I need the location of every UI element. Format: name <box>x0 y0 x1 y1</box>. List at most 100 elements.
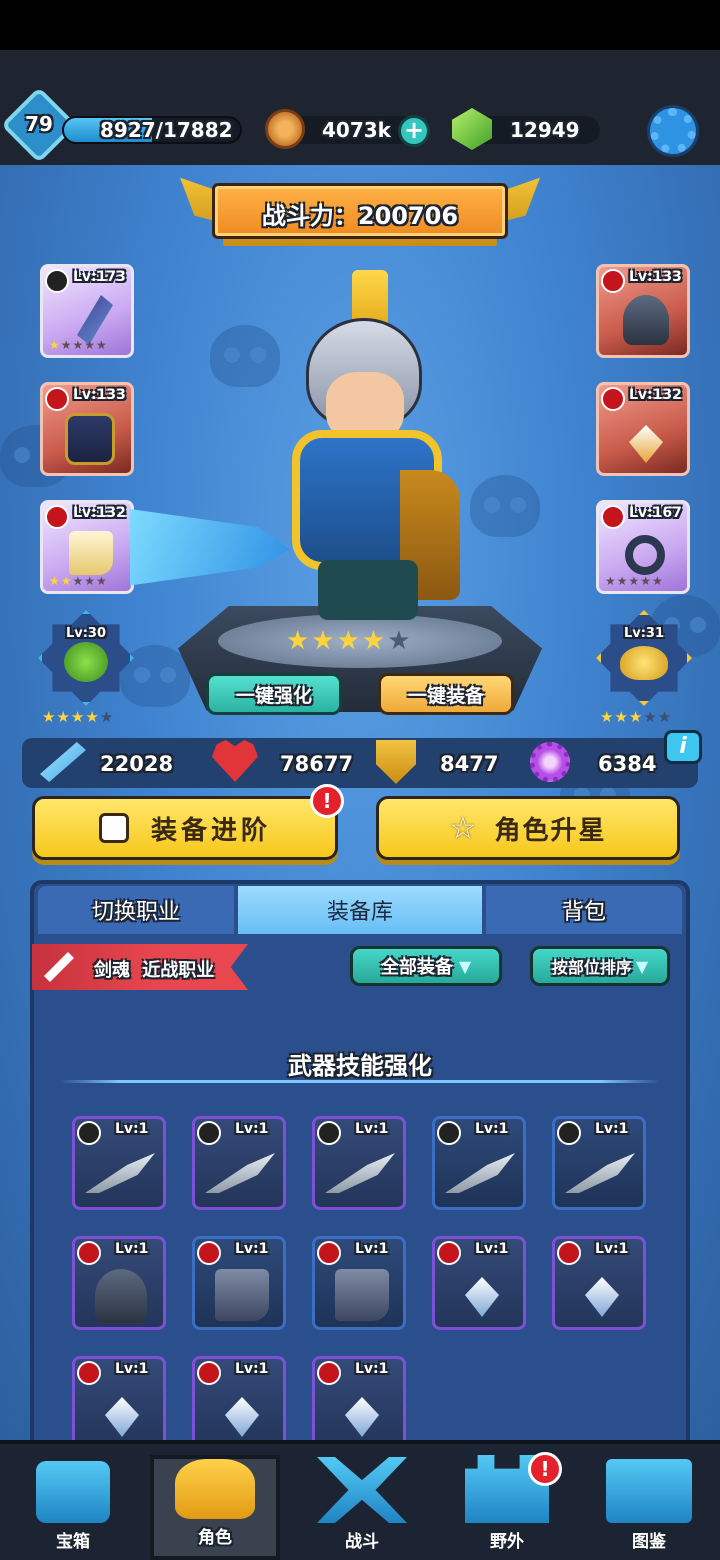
equipment-item[interactable]: Lv:1 <box>432 1236 526 1330</box>
equip-slot-boots[interactable]: Lv:132 ★★★★★ <box>40 500 134 594</box>
notification-badge-icon: ! <box>310 784 344 818</box>
item-level: Lv:1 <box>355 1121 389 1137</box>
hp-value: 78677 <box>280 752 354 776</box>
magic-value: 6384 <box>598 752 657 776</box>
equip-slot-necklace[interactable]: Lv:132 <box>596 382 690 476</box>
sort-by-slot-dropdown[interactable]: 按部位排序 ▼ <box>530 946 670 986</box>
equipment-item[interactable]: Lv:1 <box>312 1116 406 1210</box>
dagger-icon <box>325 1153 395 1193</box>
item-level: Lv:1 <box>115 1241 149 1257</box>
item-level: Lv:1 <box>235 1121 269 1137</box>
pet-right-stars: ★★★★★ <box>600 708 673 726</box>
defense-value: 8477 <box>440 752 499 776</box>
item-level: Lv:1 <box>595 1121 629 1137</box>
equip-slot-helmet[interactable]: Lv:133 <box>596 264 690 358</box>
weapon-badge-icon <box>77 1121 101 1145</box>
fist-badge-icon <box>197 1361 221 1385</box>
settings-gear-icon[interactable] <box>650 108 696 154</box>
book-icon <box>606 1459 692 1523</box>
nav-battle[interactable]: 战斗 <box>300 1455 424 1560</box>
hero-legs-icon <box>318 560 418 620</box>
section-divider <box>60 1080 660 1083</box>
pet-left-level: Lv:30 <box>65 626 107 641</box>
helmet-badge-icon <box>601 269 625 293</box>
tab-switch-class[interactable]: 切换职业 <box>38 886 234 934</box>
helmet-icon <box>623 295 669 345</box>
status-bar <box>0 0 720 50</box>
quick-enhance-button[interactable]: 一键强化 <box>206 673 342 715</box>
magic-gear-icon <box>530 742 570 782</box>
item-level: Lv:1 <box>115 1361 149 1377</box>
dagger-icon <box>85 1153 155 1193</box>
necklace-icon <box>105 1397 139 1437</box>
boots-icon <box>335 1269 389 1321</box>
fist-badge-icon <box>317 1241 341 1265</box>
equipment-item[interactable]: Lv:1 <box>552 1236 646 1330</box>
item-level: Lv:1 <box>475 1121 509 1137</box>
slot-stars: ★★★★★ <box>605 574 664 588</box>
equipment-item[interactable]: Lv:1 <box>72 1236 166 1330</box>
item-level: Lv:1 <box>235 1361 269 1377</box>
add-coins-button[interactable]: + <box>398 115 430 147</box>
nav-hero[interactable]: 角色 <box>150 1455 280 1560</box>
dropdown-arrow-icon: ▼ <box>458 956 472 976</box>
boots-badge-icon <box>45 505 69 529</box>
equip-slot-weapon[interactable]: Lv:173 ★★★★★ <box>40 264 134 358</box>
fist-badge-icon <box>557 1241 581 1265</box>
nav-codex[interactable]: 图鉴 <box>594 1455 704 1560</box>
item-level: Lv:1 <box>475 1241 509 1257</box>
coin-amount: 4073k <box>322 118 391 142</box>
chest-armor-icon <box>65 413 115 465</box>
class-name: 剑魂 近战职业 <box>94 960 215 981</box>
nav-chest[interactable]: 宝箱 <box>18 1455 128 1560</box>
dagger-icon <box>565 1153 635 1193</box>
equipment-item[interactable]: Lv:1 <box>192 1236 286 1330</box>
attack-value: 22028 <box>100 752 174 776</box>
amulet-icon <box>629 425 663 463</box>
equipment-upgrade-button[interactable]: 装备进阶 <box>32 796 338 860</box>
nav-alert-badge-icon: ! <box>528 1452 562 1486</box>
gem-amount: 12949 <box>510 118 580 142</box>
equipment-item[interactable]: Lv:1 <box>552 1116 646 1210</box>
necklace-badge-icon <box>601 387 625 411</box>
necklace-icon <box>345 1397 379 1437</box>
star-up-icon: ☆ <box>449 810 477 846</box>
player-level: 79 <box>25 112 53 136</box>
ring-icon <box>625 535 665 575</box>
dagger-icon <box>445 1153 515 1193</box>
info-icon[interactable]: i <box>664 730 702 764</box>
equipment-item[interactable]: Lv:1 <box>312 1236 406 1330</box>
equipment-item[interactable]: Lv:1 <box>192 1116 286 1210</box>
fist-badge-icon <box>437 1241 461 1265</box>
fist-badge-icon <box>77 1241 101 1265</box>
equipment-item[interactable]: Lv:1 <box>432 1116 526 1210</box>
fist-badge-icon <box>317 1361 341 1385</box>
filter-all-equipment-dropdown[interactable]: 全部装备 ▼ <box>350 946 502 986</box>
weapon-badge-icon <box>557 1121 581 1145</box>
armor-badge-icon <box>45 387 69 411</box>
equipment-item[interactable]: Lv:1 <box>192 1356 286 1450</box>
pet-left-stars: ★★★★★ <box>42 708 115 726</box>
equipment-item[interactable]: Lv:1 <box>312 1356 406 1450</box>
fist-badge-icon <box>77 1361 101 1385</box>
equip-slot-armor[interactable]: Lv:133 <box>40 382 134 476</box>
weapon-badge-icon <box>197 1121 221 1145</box>
hero-star-up-button[interactable]: ☆ 角色升星 <box>376 796 680 860</box>
item-level: Lv:1 <box>355 1361 389 1377</box>
item-level: Lv:1 <box>355 1241 389 1257</box>
tab-backpack[interactable]: 背包 <box>486 886 682 934</box>
hero-stars: ★★★★★ <box>286 626 413 656</box>
dagger-icon <box>205 1153 275 1193</box>
quick-equip-button[interactable]: 一键装备 <box>378 673 514 715</box>
combat-power: 战斗力：200706 <box>261 202 459 230</box>
necklace-icon <box>225 1397 259 1437</box>
slot-stars: ★★★★★ <box>49 574 108 588</box>
helmet-icon <box>95 1269 147 1323</box>
necklace-icon <box>585 1277 619 1317</box>
dropdown-arrow-icon: ▼ <box>635 956 649 976</box>
equipment-item[interactable]: Lv:1 <box>72 1356 166 1450</box>
equip-slot-ring[interactable]: Lv:167 ★★★★★ <box>596 500 690 594</box>
tab-equipment-library[interactable]: 装备库 <box>238 886 482 934</box>
equipment-item[interactable]: Lv:1 <box>72 1116 166 1210</box>
coin-icon <box>265 109 305 149</box>
